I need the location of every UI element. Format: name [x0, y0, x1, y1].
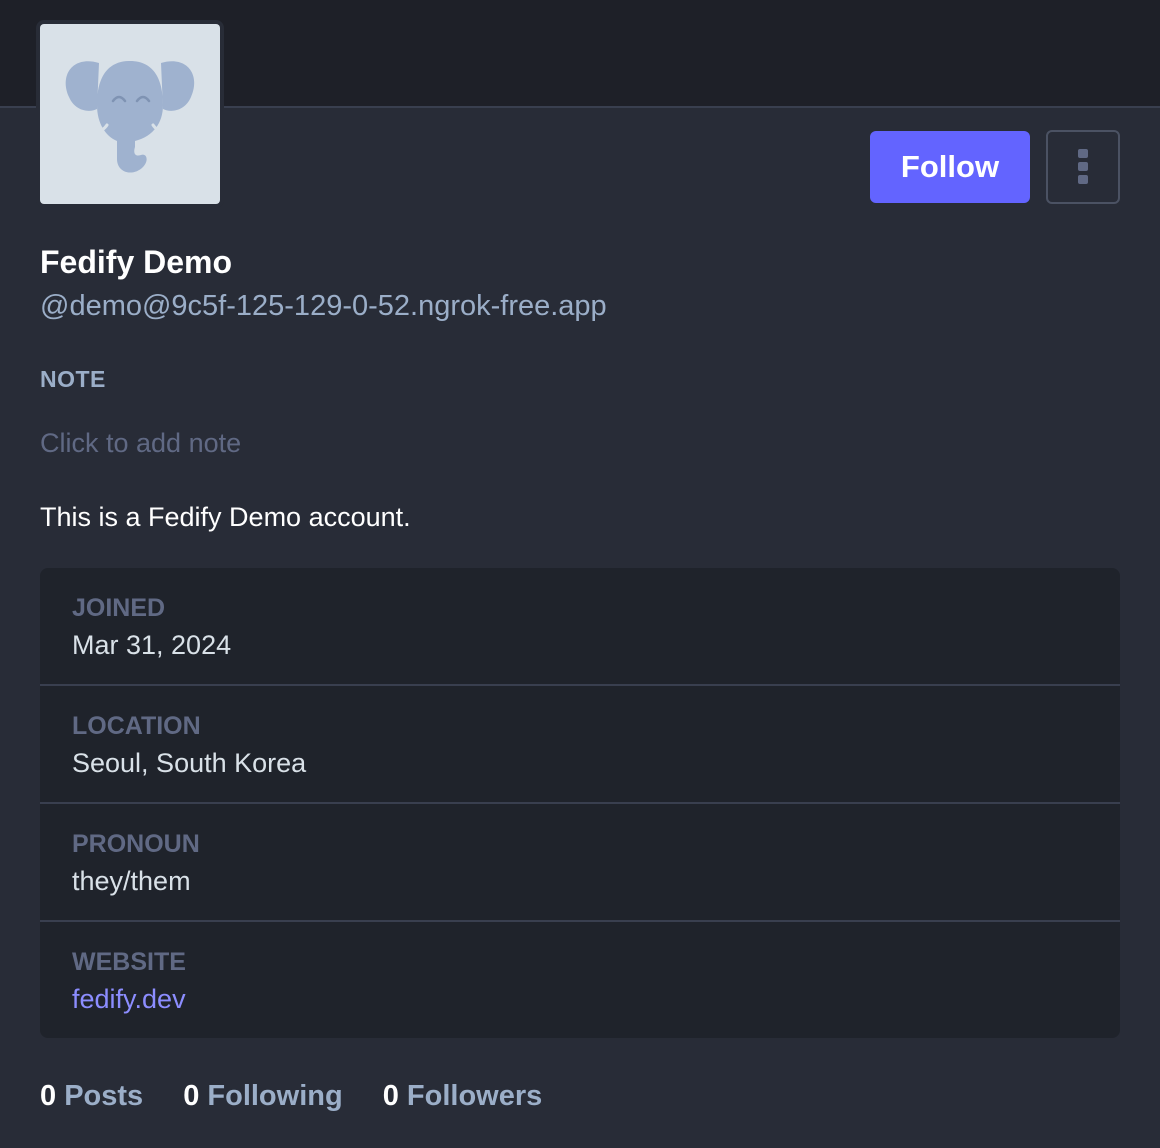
followers-count-link[interactable]: 0 Followers: [383, 1080, 543, 1113]
field-value: Mar 31, 2024: [72, 630, 232, 660]
field-label: JOINED: [72, 594, 166, 622]
vertical-ellipsis-icon: [1078, 149, 1088, 184]
profile-page: Follow Fedify Demo @demo@9c5f-125-129-0-…: [0, 0, 1160, 1148]
elephant-mascot-icon: [40, 24, 220, 204]
following-count-link[interactable]: 0 Following: [183, 1080, 343, 1113]
posts-count-link[interactable]: 0 Posts: [40, 1080, 143, 1113]
display-name: Fedify Demo: [40, 244, 233, 280]
field-pronoun: PRONOUN they/them: [40, 804, 1120, 922]
field-value: Seoul, South Korea: [72, 748, 307, 778]
note-label: NOTE: [40, 366, 106, 392]
field-location: LOCATION Seoul, South Korea: [40, 686, 1120, 804]
following-count: 0: [183, 1080, 200, 1112]
field-value: they/them: [72, 866, 191, 896]
posts-count: 0: [40, 1080, 57, 1112]
more-menu-button[interactable]: [1046, 130, 1120, 204]
account-bio: This is a Fedify Demo account.: [40, 502, 411, 532]
note-input[interactable]: Click to add note: [40, 428, 241, 459]
followers-count: 0: [382, 1080, 399, 1112]
field-joined: JOINED Mar 31, 2024: [40, 568, 1120, 686]
field-website: WEBSITE fedify.dev: [40, 922, 1120, 1038]
follow-button[interactable]: Follow: [870, 131, 1030, 203]
account-stats: 0 Posts 0 Following 0 Followers: [40, 1080, 542, 1113]
following-label: Following: [207, 1080, 343, 1112]
followers-label: Followers: [406, 1080, 543, 1112]
posts-label: Posts: [64, 1080, 144, 1112]
field-label: LOCATION: [72, 712, 201, 740]
website-link[interactable]: fedify.dev: [72, 980, 1088, 1018]
field-label: PRONOUN: [72, 830, 200, 858]
field-label: WEBSITE: [72, 948, 186, 976]
profile-fields: JOINED Mar 31, 2024 LOCATION Seoul, Sout…: [40, 568, 1120, 1038]
avatar[interactable]: [36, 20, 224, 208]
account-handle: @demo@9c5f-125-129-0-52.ngrok-free.app: [40, 290, 607, 322]
